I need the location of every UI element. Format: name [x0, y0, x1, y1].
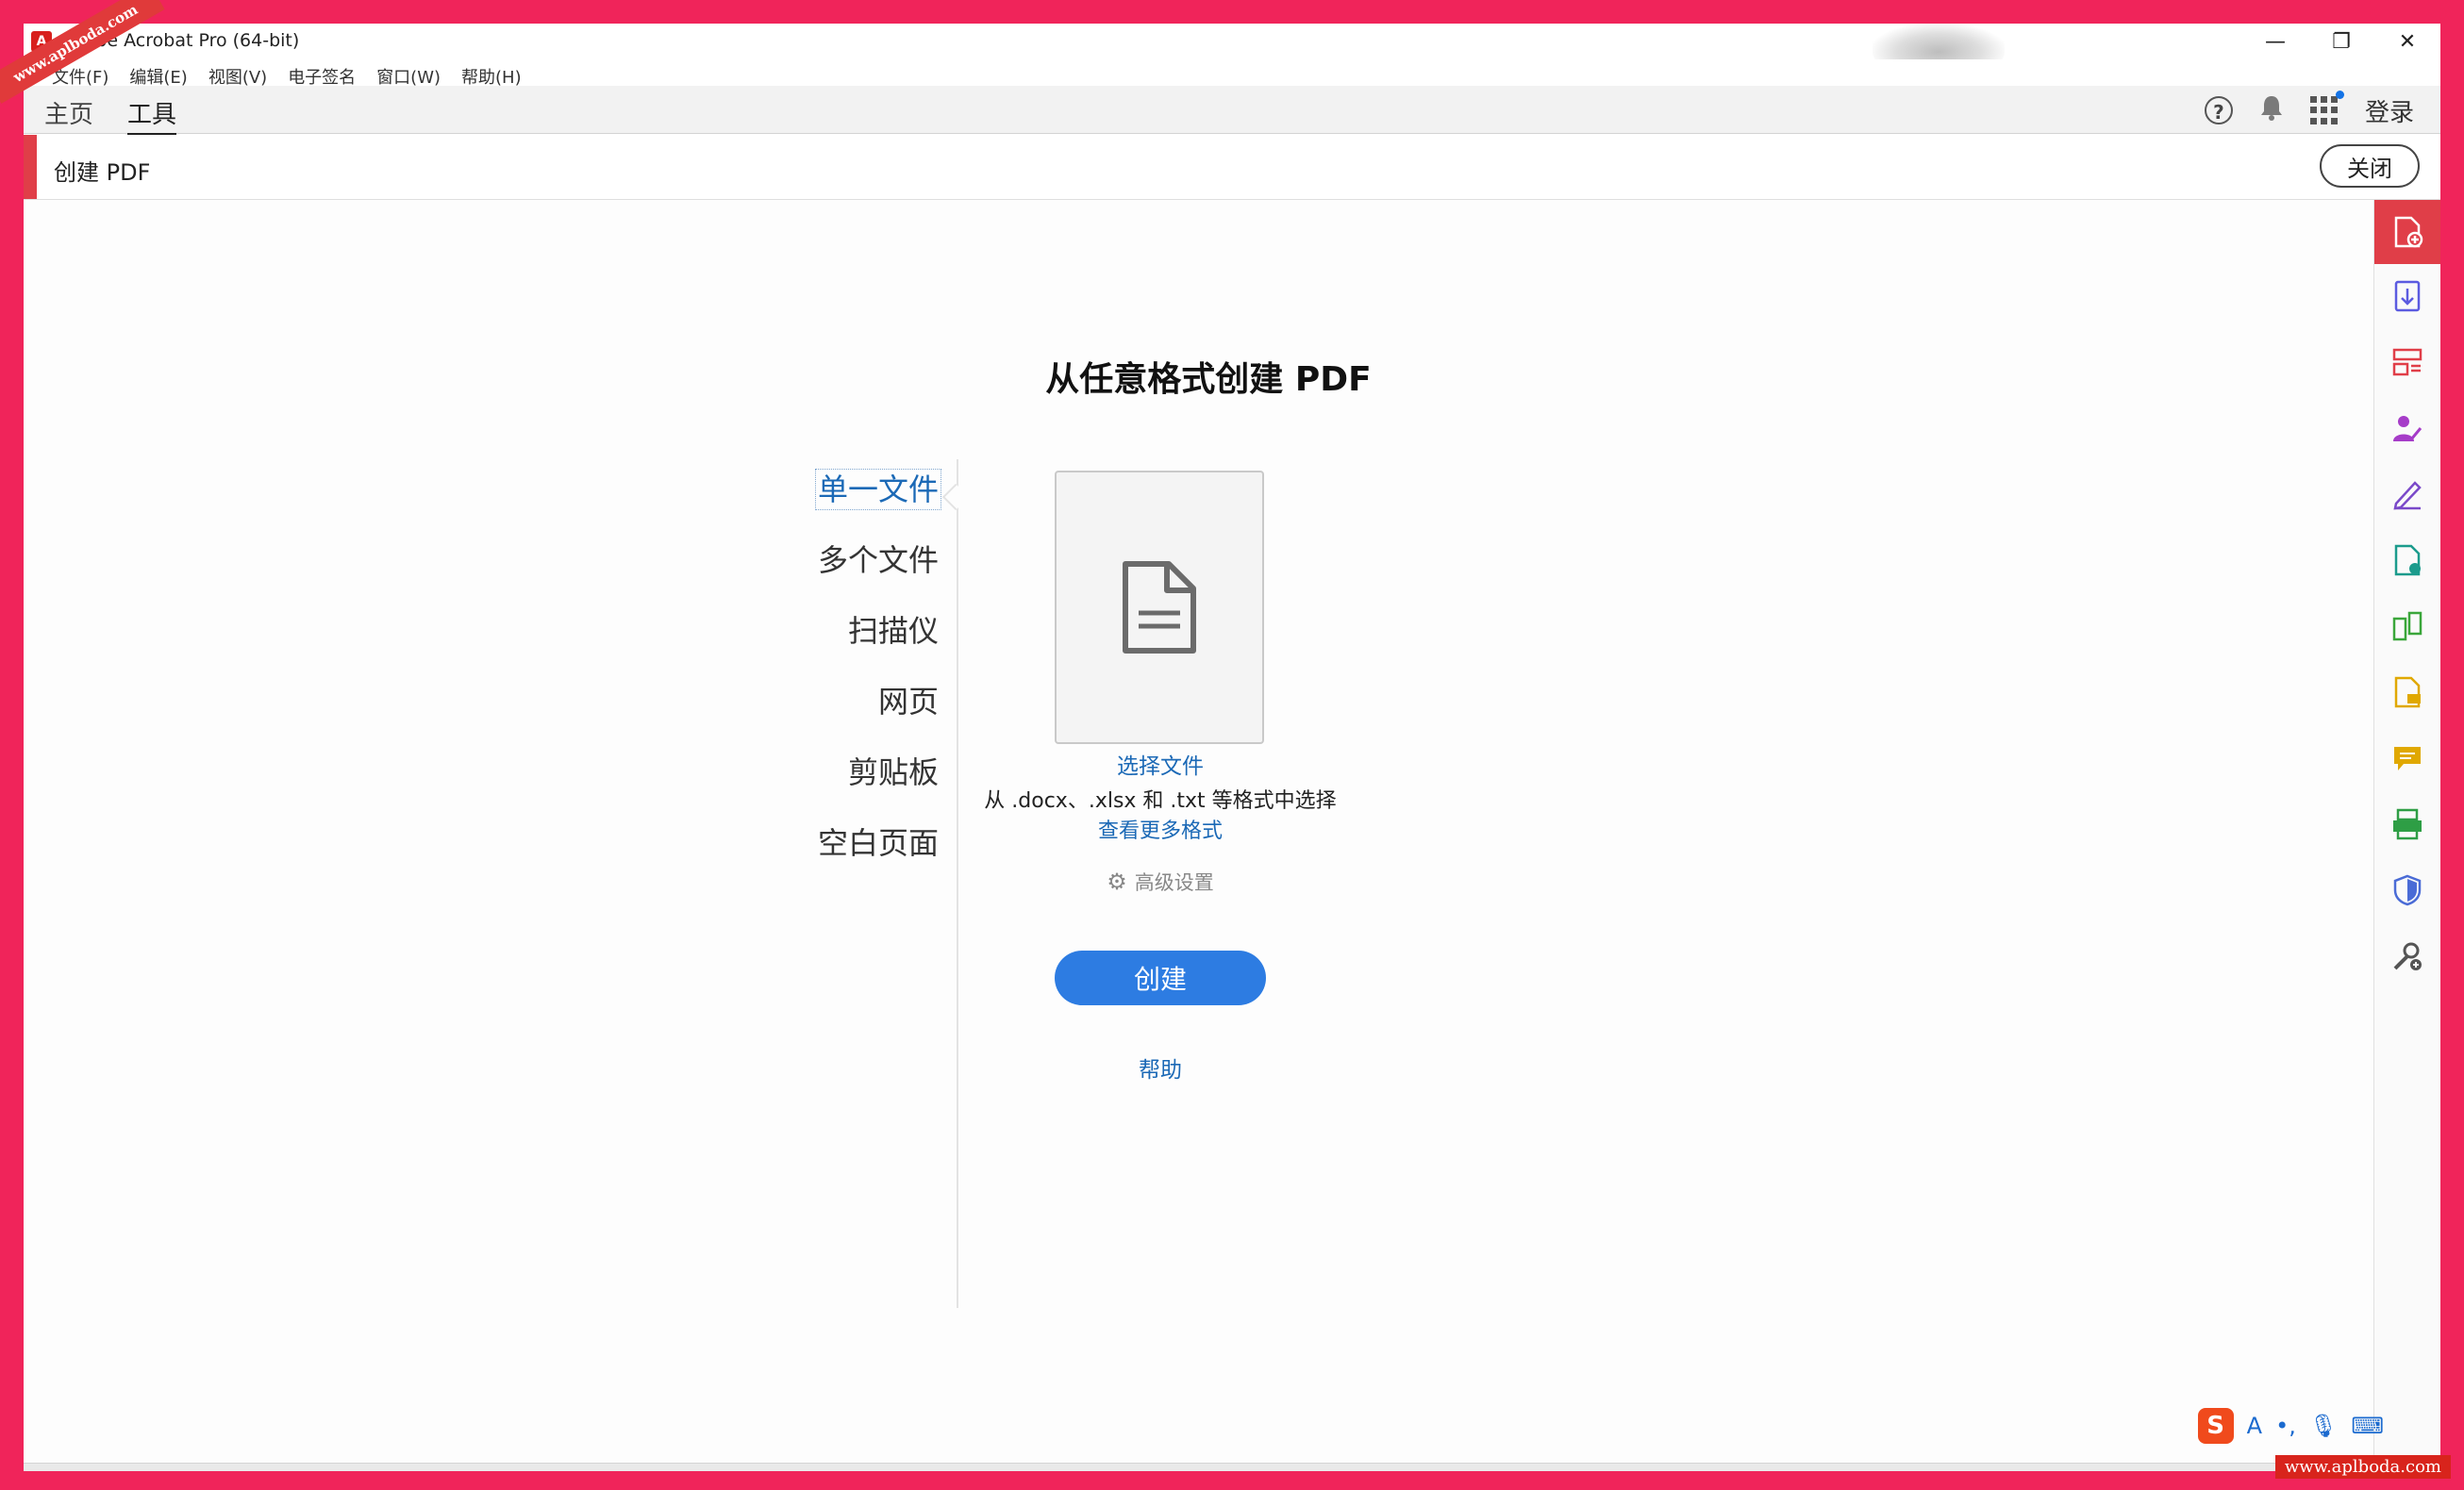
rail-create-pdf[interactable]	[2374, 200, 2440, 264]
formats-description: 从 .docx、.xlsx 和 .txt 等格式中选择	[984, 789, 1337, 813]
status-strip	[24, 1463, 2374, 1471]
notifications-bell-icon[interactable]	[2259, 94, 2284, 127]
create-pdf-icon	[2394, 216, 2423, 248]
edit-pdf-icon	[2394, 544, 2421, 576]
sogou-ime-icon[interactable]: S	[2197, 1408, 2234, 1444]
source-webpage[interactable]: 网页	[741, 679, 939, 750]
close-window-button[interactable]: ✕	[2374, 24, 2440, 59]
source-single-file[interactable]: 单一文件	[741, 467, 942, 538]
help-icon[interactable]: ?	[2204, 96, 2233, 124]
advanced-settings-label: 高级设置	[1134, 871, 1214, 894]
source-scanner[interactable]: 扫描仪	[741, 608, 939, 679]
login-button[interactable]: 登录	[2365, 93, 2414, 128]
close-tool-button[interactable]: 关闭	[2320, 144, 2420, 188]
more-formats-link[interactable]: 查看更多格式	[967, 814, 1354, 844]
rail-request-signatures[interactable]	[2374, 396, 2440, 460]
document-icon	[1123, 561, 1196, 654]
nav-actions: ? 登录	[2204, 91, 2414, 129]
protect-icon	[2393, 874, 2422, 906]
active-pointer	[941, 483, 970, 511]
choose-file-link[interactable]: 选择文件	[967, 748, 1354, 780]
page-title: 从任意格式创建 PDF	[1045, 360, 1372, 399]
source-blank-page[interactable]: 空白页面	[741, 820, 939, 891]
apps-grid-icon[interactable]	[2309, 91, 2344, 124]
rail-more-tools[interactable]	[2374, 924, 2440, 988]
nav-bar: 主页 工具 ? 登录	[24, 86, 2440, 136]
rail-edit-pdf[interactable]	[2374, 528, 2440, 592]
rail-combine-files[interactable]	[2374, 594, 2440, 658]
window-controls: — ❐ ✕	[2242, 24, 2440, 59]
ime-punctuation-icon[interactable]: •,	[2275, 1413, 2296, 1439]
apps-notification-dot	[2335, 91, 2344, 99]
rail-comment[interactable]	[2374, 726, 2440, 790]
export-pdf-yellow-icon	[2394, 676, 2421, 708]
microphone-icon[interactable]: 🎙	[2309, 1413, 2338, 1439]
restore-button[interactable]: ❐	[2308, 24, 2374, 59]
minimize-button[interactable]: —	[2242, 24, 2308, 59]
acrobat-window: A Adobe Acrobat Pro (64-bit) — ❐ ✕ 文件(F)…	[24, 24, 2440, 1471]
help-link[interactable]: 帮助	[967, 1051, 1354, 1084]
tab-home[interactable]: 主页	[44, 95, 93, 130]
ime-toolbar: S A •, 🎙 ⌨	[2197, 1407, 2384, 1445]
rail-protect[interactable]	[2374, 858, 2440, 922]
file-drop-card[interactable]	[1055, 471, 1264, 744]
scan-ocr-icon	[2393, 808, 2422, 840]
request-signatures-icon	[2393, 416, 2422, 441]
export-pdf-icon	[2394, 280, 2421, 312]
keyboard-icon[interactable]: ⌨	[2351, 1413, 2384, 1439]
tab-tools[interactable]: 工具	[127, 95, 177, 136]
tool-title: 创建 PDF	[54, 159, 151, 186]
watermark-bottom: www.aplboda.com	[2274, 1455, 2451, 1479]
ime-mode-indicator[interactable]: A	[2247, 1413, 2262, 1439]
rail-organize-pages[interactable]	[2374, 330, 2440, 394]
rail-export-yellow[interactable]	[2374, 660, 2440, 724]
organize-pages-icon	[2392, 348, 2422, 376]
advanced-settings[interactable]: ⚙ 高级设置	[967, 868, 1354, 896]
rail-scan-ocr[interactable]	[2374, 792, 2440, 856]
comment-icon	[2394, 747, 2421, 770]
create-button[interactable]: 创建	[1055, 951, 1266, 1005]
rail-fill-sign[interactable]	[2374, 462, 2440, 526]
right-tool-rail	[2373, 200, 2440, 1471]
gear-icon: ⚙	[1107, 869, 1127, 895]
title-bar: A Adobe Acrobat Pro (64-bit) — ❐ ✕	[24, 24, 2440, 80]
combine-files-icon	[2392, 611, 2422, 641]
source-multiple-files[interactable]: 多个文件	[741, 538, 939, 608]
more-tools-icon	[2393, 942, 2422, 970]
source-list: 单一文件 多个文件 扫描仪 网页 剪贴板 空白页面	[741, 467, 942, 891]
tool-accent-bar	[24, 135, 37, 199]
rail-export-pdf[interactable]	[2374, 264, 2440, 328]
tool-header: 创建 PDF 关闭	[24, 135, 2440, 200]
fill-sign-icon	[2393, 481, 2422, 510]
vertical-divider	[957, 459, 958, 1308]
